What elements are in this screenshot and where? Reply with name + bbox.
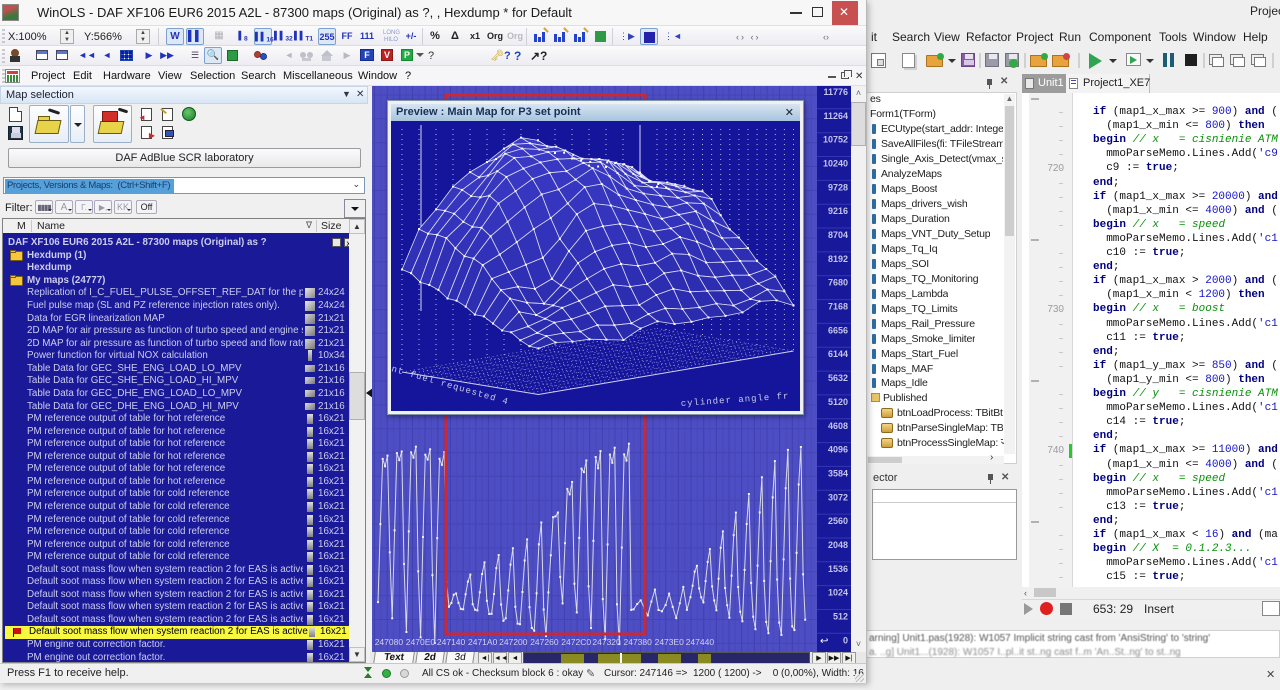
svg-text:247140: 247140: [437, 637, 466, 647]
svg-text:↩: ↩: [820, 636, 828, 647]
svg-text:512: 512: [833, 612, 848, 622]
svg-text:9216: 9216: [828, 206, 848, 216]
svg-text:1024: 1024: [828, 588, 848, 598]
svg-text:4608: 4608: [828, 421, 848, 431]
svg-text:6144: 6144: [828, 349, 848, 359]
svg-text:8192: 8192: [828, 254, 848, 264]
svg-text:247320: 247320: [592, 637, 621, 647]
svg-text:8704: 8704: [828, 230, 848, 240]
svg-text:11776: 11776: [823, 87, 848, 97]
svg-text:2048: 2048: [828, 540, 848, 550]
svg-text:10752: 10752: [823, 135, 848, 145]
svg-text:7680: 7680: [828, 278, 848, 288]
svg-text:247200: 247200: [499, 637, 528, 647]
svg-text:247440: 247440: [686, 637, 715, 647]
svg-text:6656: 6656: [828, 325, 848, 335]
svg-text:2560: 2560: [828, 516, 848, 526]
svg-text:1536: 1536: [828, 564, 848, 574]
svg-text:5120: 5120: [828, 397, 848, 407]
svg-text:10240: 10240: [823, 159, 848, 169]
svg-text:11264: 11264: [823, 111, 848, 121]
svg-text:247380: 247380: [624, 637, 653, 647]
svg-text:3584: 3584: [828, 468, 848, 478]
svg-text:247260: 247260: [530, 637, 559, 647]
svg-text:247080: 247080: [375, 637, 404, 647]
svg-text:4096: 4096: [828, 445, 848, 455]
svg-text:5632: 5632: [828, 373, 848, 383]
svg-text:7168: 7168: [828, 302, 848, 312]
svg-text:0: 0: [843, 635, 848, 645]
svg-text:2470E0: 2470E0: [406, 637, 436, 647]
svg-text:2471A0: 2471A0: [468, 637, 498, 647]
svg-text:3072: 3072: [828, 492, 848, 502]
svg-text:2473E0: 2473E0: [655, 637, 685, 647]
svg-text:9728: 9728: [828, 182, 848, 192]
svg-text:2472C0: 2472C0: [561, 637, 591, 647]
